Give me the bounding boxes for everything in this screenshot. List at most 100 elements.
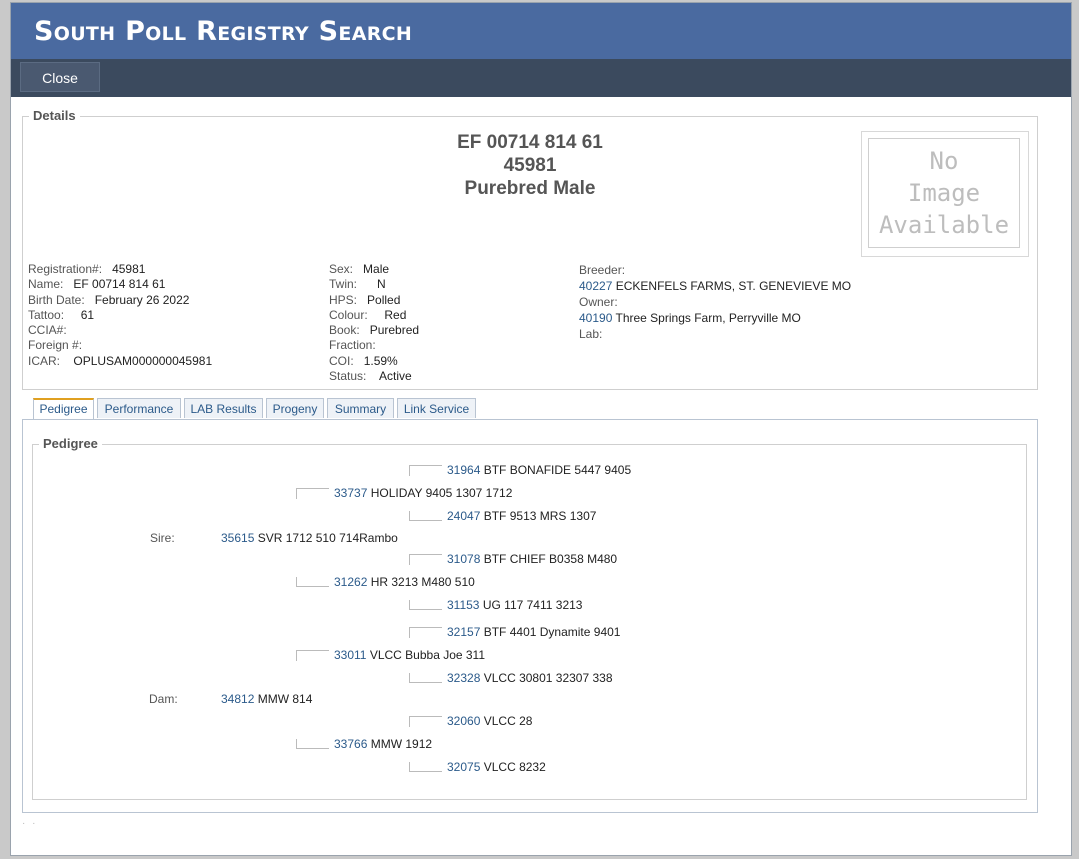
sire-id-link[interactable]: 35615	[221, 531, 254, 545]
pedigree-id-link[interactable]: 32075	[447, 760, 480, 774]
pedigree-id-link[interactable]: 33766	[334, 737, 367, 751]
toolbar: Close	[11, 59, 1071, 97]
pedigree-entry: 33737 HOLIDAY 9405 1307 1712	[334, 486, 512, 500]
dam-id-link[interactable]: 34812	[221, 692, 254, 706]
pedigree-legend: Pedigree	[39, 436, 102, 451]
tattoo-label: Tattoo:	[28, 307, 65, 322]
breeder-id-link[interactable]: 40227	[579, 279, 612, 293]
book-value: Purebred	[369, 323, 420, 338]
hps-label: HPS:	[329, 292, 358, 307]
foreign-label: Foreign #:	[28, 338, 83, 353]
pedigree-entry-dam: 34812 MMW 814	[221, 692, 312, 706]
details-col1: Registration#: 45981 Name: EF 00714 814 …	[28, 262, 212, 369]
dialog-title: South Poll Registry Search	[34, 16, 413, 47]
icar-value: OPLUSAM000000045981	[73, 353, 213, 368]
pedigree-id-link[interactable]: 31262	[334, 575, 367, 589]
pedigree-id-link[interactable]: 31153	[447, 598, 479, 612]
pedigree-id-link[interactable]: 32157	[447, 625, 480, 639]
tab-pedigree[interactable]: Pedigree	[33, 398, 94, 420]
colour-label: Colour:	[329, 307, 368, 322]
name-label: Name:	[28, 277, 64, 292]
pedigree-entry: 31153 UG 117 7411 3213	[447, 598, 582, 612]
pedigree-name: UG 117 7411 3213	[482, 598, 583, 612]
fraction-label: Fraction:	[329, 338, 376, 353]
tab-progeny[interactable]: Progeny	[266, 398, 324, 418]
pedigree-entry: 24047 BTF 9513 MRS 1307	[447, 509, 596, 523]
details-col3: Breeder: 40227 ECKENFELS FARMS, ST. GENE…	[579, 262, 851, 342]
pedigree-entry: 32060 VLCC 28	[447, 714, 532, 728]
birth-date-label: Birth Date:	[28, 292, 85, 307]
pedigree-entry-sire: 35615 SVR 1712 510 714Rambo	[221, 531, 398, 545]
tab-summary[interactable]: Summary	[327, 398, 394, 418]
owner-name: Three Springs Farm, Perryville MO	[615, 311, 801, 325]
tab-link-service[interactable]: Link Service	[397, 398, 476, 418]
pedigree-name: VLCC Bubba Joe 311	[369, 648, 486, 662]
pedigree-name: VLCC 30801 32307 338	[483, 671, 613, 685]
pedigree-name: HR 3213 M480 510	[370, 575, 475, 589]
pedigree-name: BTF CHIEF B0358 M480	[483, 552, 618, 566]
registration-value: 45981	[112, 262, 146, 276]
dam-name: MMW 814	[257, 692, 313, 706]
coi-label: COI:	[329, 353, 354, 368]
pedigree-section: Pedigree	[32, 436, 1027, 800]
details-legend: Details	[29, 108, 80, 123]
breeder-name: ECKENFELS FARMS, ST. GENEVIEVE MO	[615, 279, 852, 293]
sire-label: Sire:	[150, 531, 175, 545]
resize-grip: · ·	[22, 818, 38, 829]
pedigree-id-link[interactable]: 31964	[447, 463, 480, 477]
name-value: EF 00714 814 61	[73, 277, 166, 292]
status-value: Active	[379, 369, 412, 384]
pedigree-id-link[interactable]: 33737	[334, 486, 367, 500]
birth-date-value: February 26 2022	[94, 292, 190, 307]
pedigree-name: BTF BONAFIDE 5447 9405	[483, 463, 632, 477]
title-bar: South Poll Registry Search	[11, 3, 1071, 59]
pedigree-entry: 33011 VLCC Bubba Joe 311	[334, 648, 485, 662]
no-image-text-1: No	[929, 147, 959, 175]
icar-label: ICAR:	[28, 353, 61, 368]
pedigree-name: MMW 1912	[370, 737, 433, 751]
dam-label: Dam:	[149, 692, 178, 706]
coi-value: 1.59%	[363, 353, 398, 368]
twin-label: Twin:	[329, 277, 358, 292]
sire-name: SVR 1712 510 714Rambo	[257, 531, 398, 545]
pedigree-id-link[interactable]: 24047	[447, 509, 480, 523]
pedigree-name: BTF 9513 MRS 1307	[483, 509, 597, 523]
details-col2: Sex: Male Twin: N HPS: Polled Colour: Re…	[329, 262, 419, 384]
pedigree-entry: 33766 MMW 1912	[334, 737, 432, 751]
pedigree-id-link[interactable]: 31078	[447, 552, 480, 566]
pedigree-name: BTF 4401 Dynamite 9401	[483, 625, 621, 639]
sex-value: Male	[363, 262, 390, 276]
book-label: Book:	[329, 323, 360, 338]
no-image-text-2: Image	[907, 179, 981, 207]
registration-label: Registration#:	[28, 262, 103, 276]
close-button[interactable]: Close	[20, 62, 100, 92]
pedigree-id-link[interactable]: 33011	[334, 648, 366, 662]
breeder-label: Breeder:	[579, 263, 626, 277]
hps-value: Polled	[367, 292, 401, 307]
colour-value: Red	[384, 307, 407, 322]
pedigree-entry: 31078 BTF CHIEF B0358 M480	[447, 552, 617, 566]
ccia-label: CCIA#:	[28, 323, 67, 338]
lab-label: Lab:	[579, 327, 603, 341]
no-image-text-3: Available	[878, 211, 1010, 239]
pedigree-entry: 31262 HR 3213 M480 510	[334, 575, 475, 589]
status-label: Status:	[329, 369, 367, 384]
pedigree-entry: 32328 VLCC 30801 32307 338	[447, 671, 613, 685]
tab-lab-results[interactable]: LAB Results	[184, 398, 263, 418]
owner-label: Owner:	[579, 295, 618, 309]
pedigree-entry: 32157 BTF 4401 Dynamite 9401	[447, 625, 620, 639]
pedigree-tab-panel: Pedigree	[22, 419, 1038, 813]
owner-id-link[interactable]: 40190	[579, 311, 612, 325]
tab-performance[interactable]: Performance	[97, 398, 181, 418]
pedigree-id-link[interactable]: 32060	[447, 714, 480, 728]
sex-label: Sex:	[329, 262, 354, 276]
twin-value: N	[377, 277, 386, 292]
pedigree-name: HOLIDAY 9405 1307 1712	[370, 486, 513, 500]
details-section: Details EF 00714 814 61 45981 Purebred M…	[22, 108, 1038, 390]
pedigree-id-link[interactable]: 32328	[447, 671, 480, 685]
pedigree-entry: 32075 VLCC 8232	[447, 760, 546, 774]
tattoo-value: 61	[80, 307, 95, 322]
pedigree-name: VLCC 8232	[483, 760, 546, 774]
pedigree-entry: 31964 BTF BONAFIDE 5447 9405	[447, 463, 631, 477]
pedigree-name: VLCC 28	[483, 714, 533, 728]
